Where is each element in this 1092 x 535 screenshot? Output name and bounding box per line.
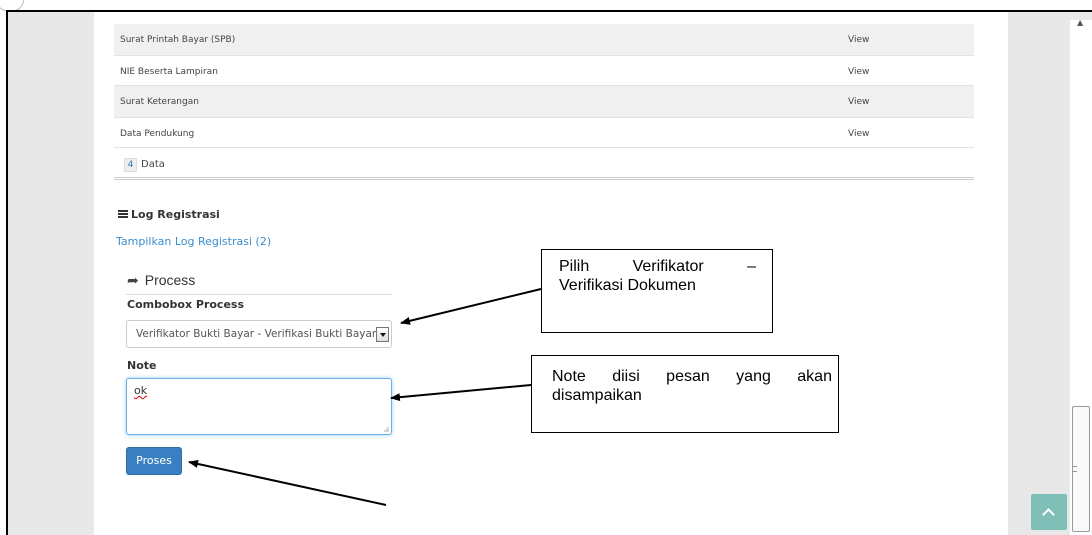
log-heading-text: Log Registrasi (131, 208, 220, 221)
callout-word: pesan (666, 368, 710, 385)
note-text: ok (134, 384, 148, 397)
share-arrow-icon: ➦ (127, 272, 139, 288)
note-label: Note (127, 359, 157, 372)
chevron-up-icon (1031, 494, 1067, 530)
document-name: Surat Keterangan (120, 97, 199, 107)
combo-label: Combobox Process (127, 298, 244, 311)
callout-word: – (747, 258, 756, 275)
scroll-grip-icon (1073, 466, 1077, 472)
callout-line: Note diisi pesan yang akan (552, 367, 832, 386)
process-select[interactable]: Verifikator Bukti Bayar - Verifikasi Buk… (126, 320, 392, 348)
callout-word: Verifikator (632, 258, 704, 275)
process-title: ➦ Process (127, 272, 195, 289)
view-link[interactable]: View (848, 129, 869, 139)
process-title-text: Process (144, 272, 196, 288)
callout-note: Note diisi pesan yang akan disampaikan (531, 355, 839, 433)
scroll-up-icon[interactable]: ▲ (1077, 18, 1083, 27)
list-icon (118, 210, 128, 218)
show-log-link[interactable]: Tampilkan Log Registrasi (2) (116, 235, 271, 248)
document-row: Data Pendukung View (114, 117, 974, 148)
count-badge: 4 (124, 158, 137, 172)
document-row: NIE Beserta Lampiran View (114, 55, 974, 86)
process-select-value: Verifikator Bukti Bayar - Verifikasi Buk… (136, 328, 376, 340)
document-row: Surat Keterangan View (114, 86, 974, 117)
resize-grip-icon[interactable] (383, 426, 389, 432)
view-link[interactable]: View (848, 97, 869, 107)
callout-word: Pilih (559, 258, 590, 275)
document-row: Surat Printah Bayar (SPB) View (114, 24, 974, 55)
document-name: Surat Printah Bayar (SPB) (120, 35, 236, 45)
callout-word: yang (736, 368, 771, 385)
document-name: Data Pendukung (120, 129, 195, 139)
callout-word: Note (552, 368, 586, 385)
chevron-down-icon[interactable] (376, 327, 389, 342)
table-footer: 4 Data (114, 150, 974, 180)
document-name: NIE Beserta Lampiran (120, 67, 218, 77)
callout-word: akan (797, 368, 832, 385)
callout-line: Pilih Verifikator – (559, 257, 756, 276)
callout-line: Verifikasi Dokumen (559, 277, 696, 294)
log-heading: Log Registrasi (118, 208, 220, 221)
callout-select-verifier: Pilih Verifikator – Verifikasi Dokumen (541, 249, 773, 333)
count-label: Data (141, 159, 165, 170)
view-link[interactable]: View (848, 67, 869, 77)
note-textarea[interactable]: ok (126, 378, 392, 435)
callout-word: diisi (612, 368, 640, 385)
back-to-top-button[interactable] (1031, 494, 1067, 530)
view-link[interactable]: View (848, 35, 869, 45)
divider (126, 294, 392, 295)
callout-line: disampaikan (552, 387, 642, 404)
proses-button[interactable]: Proses (126, 447, 182, 475)
